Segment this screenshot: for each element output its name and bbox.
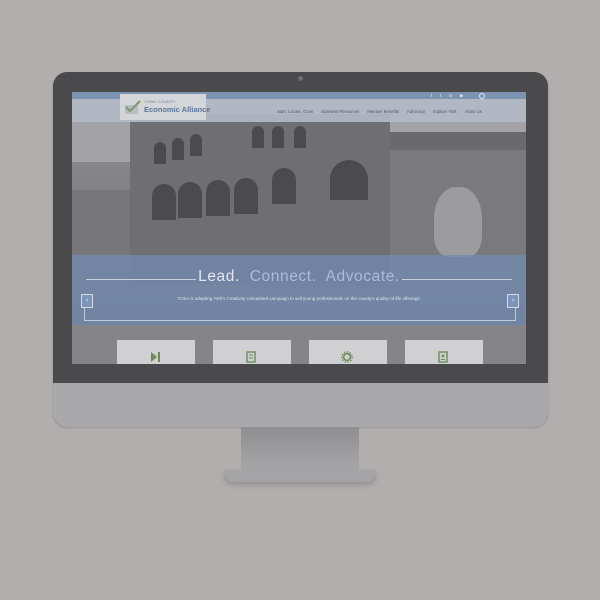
building-right-roof [390, 132, 526, 150]
tree [434, 187, 482, 257]
nav-item-business-resources[interactable]: Business Resources [321, 109, 359, 114]
search-icon[interactable] [479, 93, 485, 99]
play-icon [151, 352, 160, 362]
building-window [152, 184, 176, 220]
headline-lead: Lead. [198, 268, 240, 285]
monitor-stand [241, 427, 359, 473]
twitter-icon[interactable]: t [440, 92, 441, 99]
building-window [252, 126, 264, 148]
main-nav: Start, Locate, Grow Business Resources M… [277, 109, 482, 114]
book-icon [246, 351, 256, 363]
hero-caption: YCEA is adapting York's Creativity Unlea… [177, 296, 421, 301]
feature-card-3[interactable] [309, 340, 387, 364]
gear-icon [341, 351, 353, 363]
slider-frame [84, 304, 516, 321]
youtube-icon[interactable]: ▶ [460, 92, 463, 99]
facebook-icon[interactable]: f [431, 92, 432, 99]
monitor-chin [53, 383, 548, 427]
nav-item-explore-york[interactable]: Explore York [433, 109, 457, 114]
building-window [272, 126, 284, 148]
feature-card-1[interactable] [117, 340, 195, 364]
building-window [154, 142, 166, 164]
feature-card-4[interactable] [405, 340, 483, 364]
nav-item-about-us[interactable]: About Us [465, 109, 482, 114]
slider-prev-chevron-left-icon[interactable]: ‹ [81, 294, 93, 308]
camera-icon [298, 76, 303, 81]
building-window [172, 138, 184, 160]
building-window [272, 168, 296, 204]
logo-name-text: Economic Alliance [144, 105, 211, 114]
slider-next-chevron-right-icon[interactable]: › [507, 294, 519, 308]
building-window [234, 178, 258, 214]
hero-headline: Lead. Connect. Advocate. [72, 268, 526, 286]
monitor-base [224, 470, 376, 482]
headline-connect: Connect. [249, 268, 317, 285]
linkedin-icon[interactable]: in [449, 92, 453, 99]
nav-item-start-locate-grow[interactable]: Start, Locate, Grow [277, 109, 313, 114]
nav-item-member-benefits[interactable]: Member Benefits [367, 109, 399, 114]
headline-advocate: Advocate. [325, 268, 400, 285]
feature-card-2[interactable] [213, 340, 291, 364]
site-logo[interactable]: YORK COUNTY Economic Alliance [120, 94, 210, 120]
nav-item-advocacy[interactable]: Advocacy [407, 109, 425, 114]
building-window [206, 180, 230, 216]
building-window [330, 160, 368, 200]
building-window [178, 182, 202, 218]
document-icon [438, 351, 448, 363]
building-window [294, 126, 306, 148]
website-screen: f t in ▶ YORK COUNTY Economic Alliance S… [72, 92, 526, 364]
logo-county-text: YORK COUNTY [144, 99, 176, 104]
checkmark-logo-icon [125, 100, 141, 114]
site-header: f t in ▶ YORK COUNTY Economic Alliance S… [72, 92, 526, 122]
building-window [190, 134, 202, 156]
